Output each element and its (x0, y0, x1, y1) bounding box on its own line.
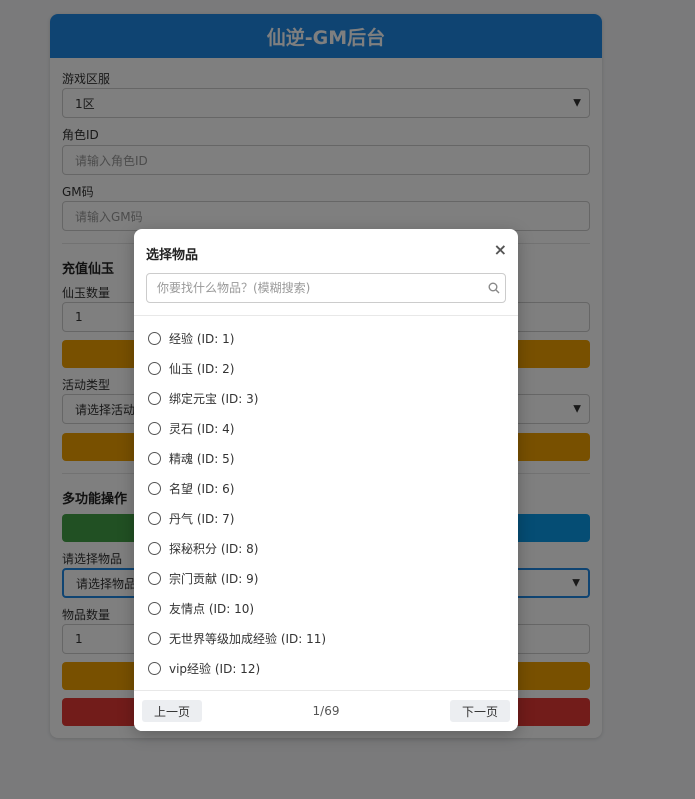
item-label: 灵石 (ID: 4) (169, 421, 235, 436)
list-item[interactable]: 精魂 (ID: 5) (134, 443, 518, 473)
radio-button[interactable] (148, 541, 161, 555)
item-search-box (146, 273, 506, 303)
list-item[interactable]: vip经验 (ID: 12) (134, 653, 518, 683)
modal-footer: 上一页 1/69 下一页 (134, 690, 518, 731)
radio-button[interactable] (148, 631, 161, 645)
next-page-button[interactable]: 下一页 (449, 700, 510, 722)
radio-button[interactable] (148, 511, 161, 525)
radio-button[interactable] (148, 481, 161, 495)
list-item[interactable]: 仙玉 (ID: 2) (134, 353, 518, 383)
list-item[interactable]: 宗门贡献 (ID: 9) (134, 563, 518, 593)
item-search-input[interactable] (147, 274, 483, 302)
item-label: 宗门贡献 (ID: 9) (169, 571, 259, 586)
radio-button[interactable] (148, 451, 161, 465)
radio-button[interactable] (148, 661, 161, 675)
list-item[interactable]: 丹气 (ID: 7) (134, 503, 518, 533)
radio-button[interactable] (148, 421, 161, 435)
item-label: 探秘积分 (ID: 8) (169, 541, 259, 556)
list-item[interactable]: 探秘积分 (ID: 8) (134, 533, 518, 563)
radio-button[interactable] (148, 391, 161, 405)
item-label: 丹气 (ID: 7) (169, 511, 235, 526)
radio-button[interactable] (148, 331, 161, 345)
divider (134, 315, 518, 316)
item-label: 经验 (ID: 1) (169, 331, 235, 346)
close-icon[interactable]: × (494, 242, 507, 258)
search-icon (483, 282, 505, 294)
list-item[interactable]: 灵石 (ID: 4) (134, 413, 518, 443)
radio-button[interactable] (148, 571, 161, 585)
item-label: 名望 (ID: 6) (169, 481, 235, 496)
modal-title: 选择物品 (146, 248, 199, 263)
item-label: vip经验 (ID: 12) (169, 661, 261, 676)
list-item[interactable]: 绑定元宝 (ID: 3) (134, 383, 518, 413)
radio-button[interactable] (148, 601, 161, 615)
item-list: 经验 (ID: 1) 仙玉 (ID: 2) 绑定元宝 (ID: 3) 灵石 (I… (134, 323, 518, 683)
item-label: 仙玉 (ID: 2) (169, 361, 235, 376)
item-label: 绑定元宝 (ID: 3) (169, 391, 259, 406)
item-label: 精魂 (ID: 5) (169, 451, 235, 466)
item-label: 友情点 (ID: 10) (169, 601, 255, 616)
item-label: 无世界等级加成经验 (ID: 11) (169, 631, 327, 646)
list-item[interactable]: 名望 (ID: 6) (134, 473, 518, 503)
list-item[interactable]: 经验 (ID: 1) (134, 323, 518, 353)
item-picker-modal: 选择物品 × 经验 (ID: 1) 仙玉 (ID: 2) 绑定元宝 (ID: 3… (134, 229, 518, 731)
radio-button[interactable] (148, 361, 161, 375)
list-item[interactable]: 无世界等级加成经验 (ID: 11) (134, 623, 518, 653)
list-item[interactable]: 友情点 (ID: 10) (134, 593, 518, 623)
